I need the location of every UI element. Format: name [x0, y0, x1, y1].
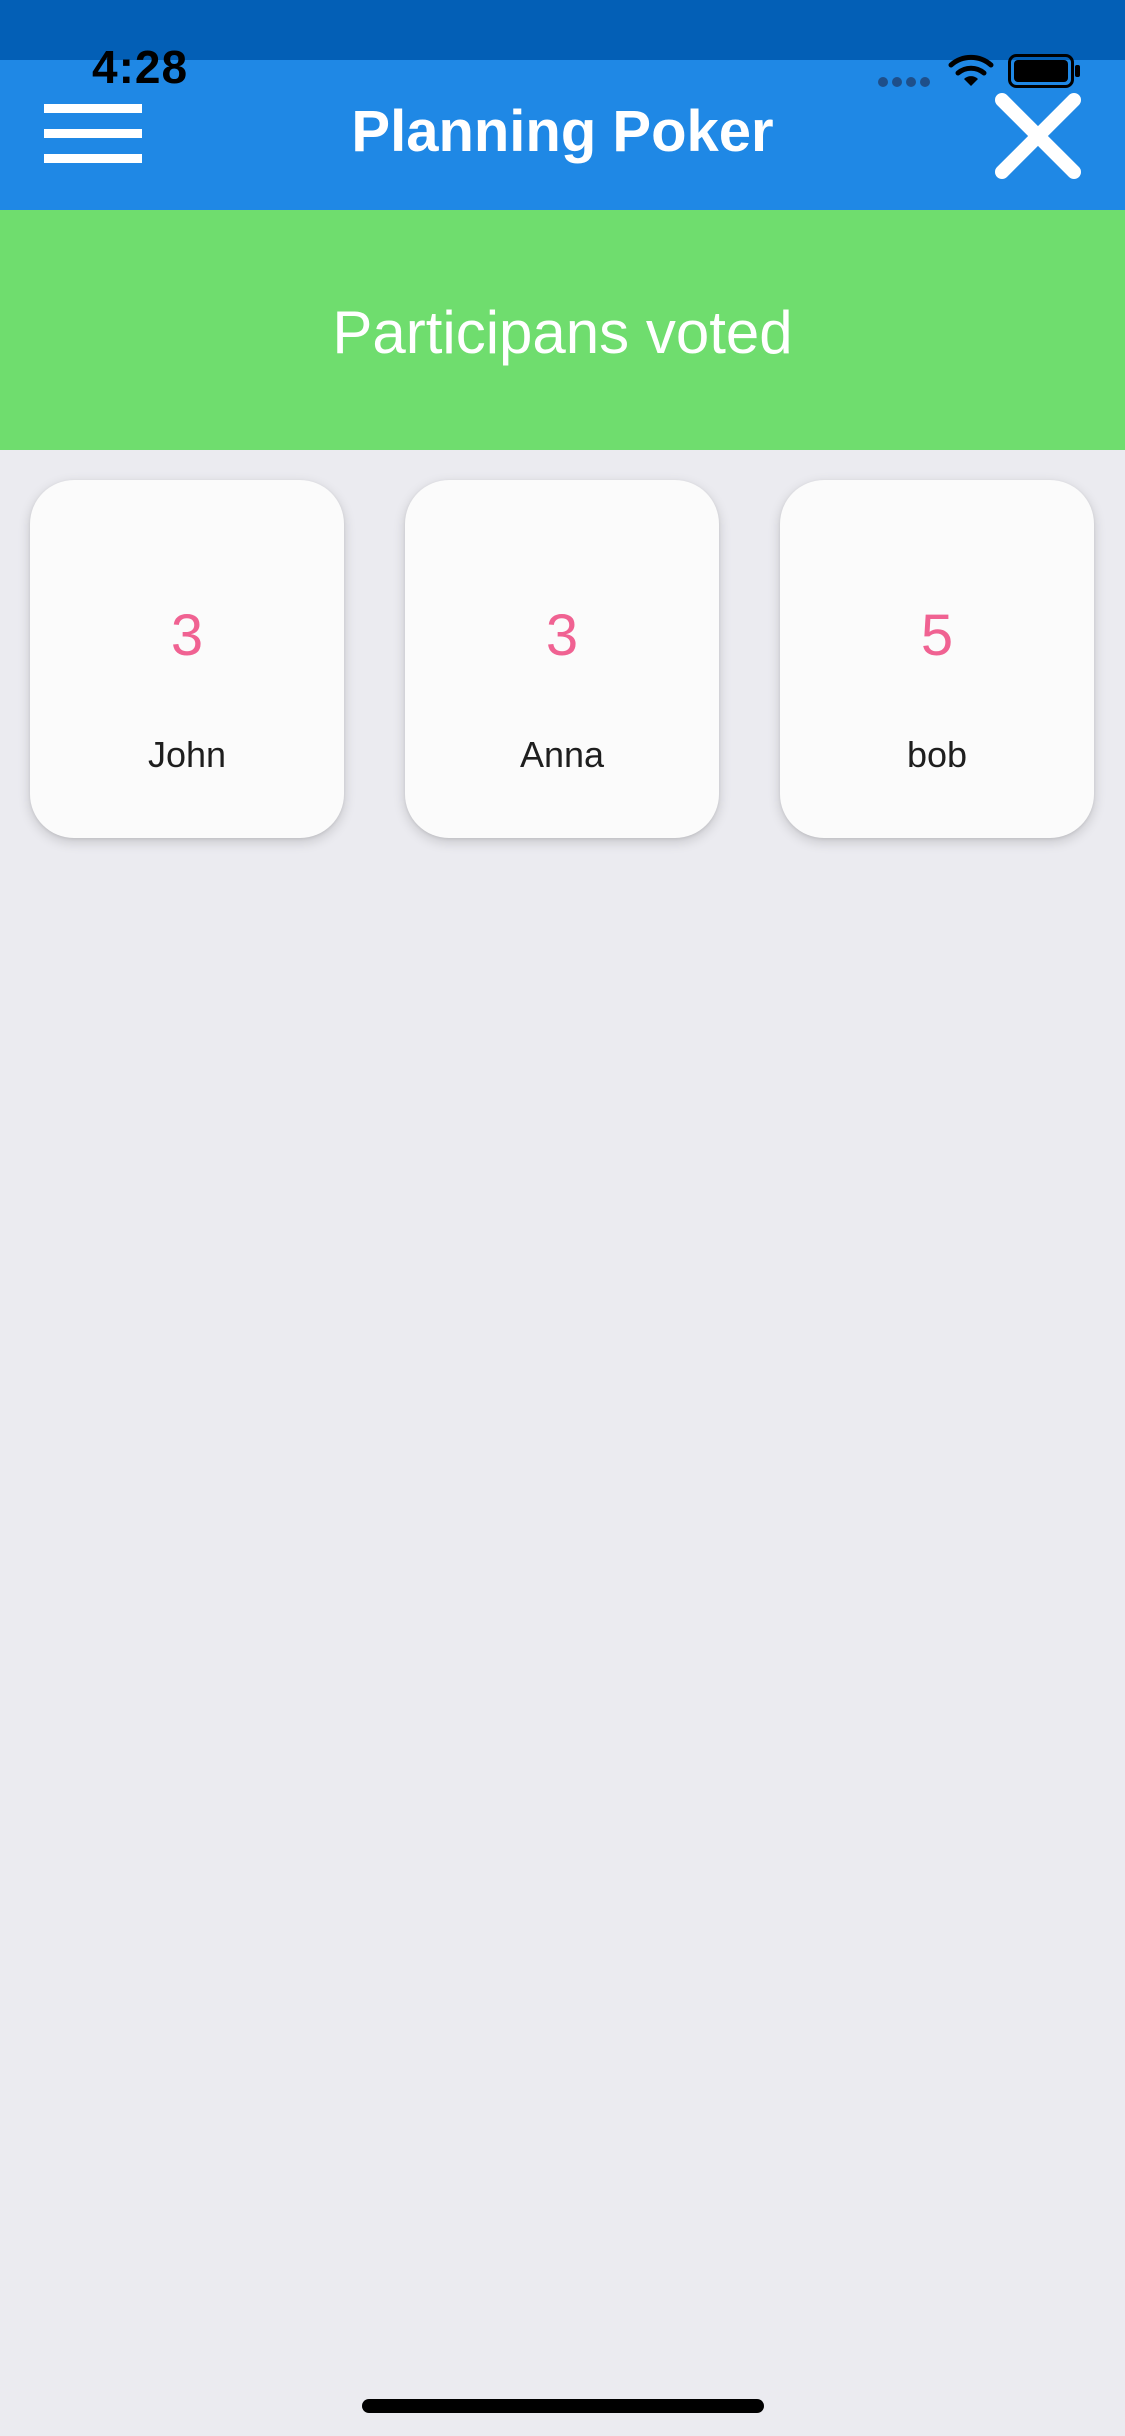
cellular-signal-icon — [878, 74, 934, 87]
participant-name: Anna — [519, 734, 605, 775]
vote-cards: 3 John 3 Anna 5 bob — [0, 480, 1125, 840]
voted-banner: Participans voted — [0, 210, 1125, 450]
vote-value: 3 — [545, 603, 579, 668]
vote-value: 5 — [920, 603, 954, 668]
battery-icon — [1008, 54, 1080, 88]
page-title: Planning Poker — [351, 99, 774, 164]
vote-card[interactable]: 3 Anna — [405, 480, 719, 838]
vote-card[interactable]: 3 John — [30, 480, 344, 838]
participant-name: John — [147, 734, 227, 775]
home-indicator[interactable] — [362, 2399, 764, 2413]
status-time: 4:28 — [92, 41, 189, 93]
participant-name: bob — [906, 734, 968, 775]
vote-card[interactable]: 5 bob — [780, 480, 1094, 838]
banner-text: Participans voted — [332, 299, 793, 366]
vote-value: 3 — [170, 603, 204, 668]
close-icon — [995, 93, 1081, 179]
close-button[interactable] — [990, 88, 1086, 184]
wifi-icon — [948, 54, 994, 86]
